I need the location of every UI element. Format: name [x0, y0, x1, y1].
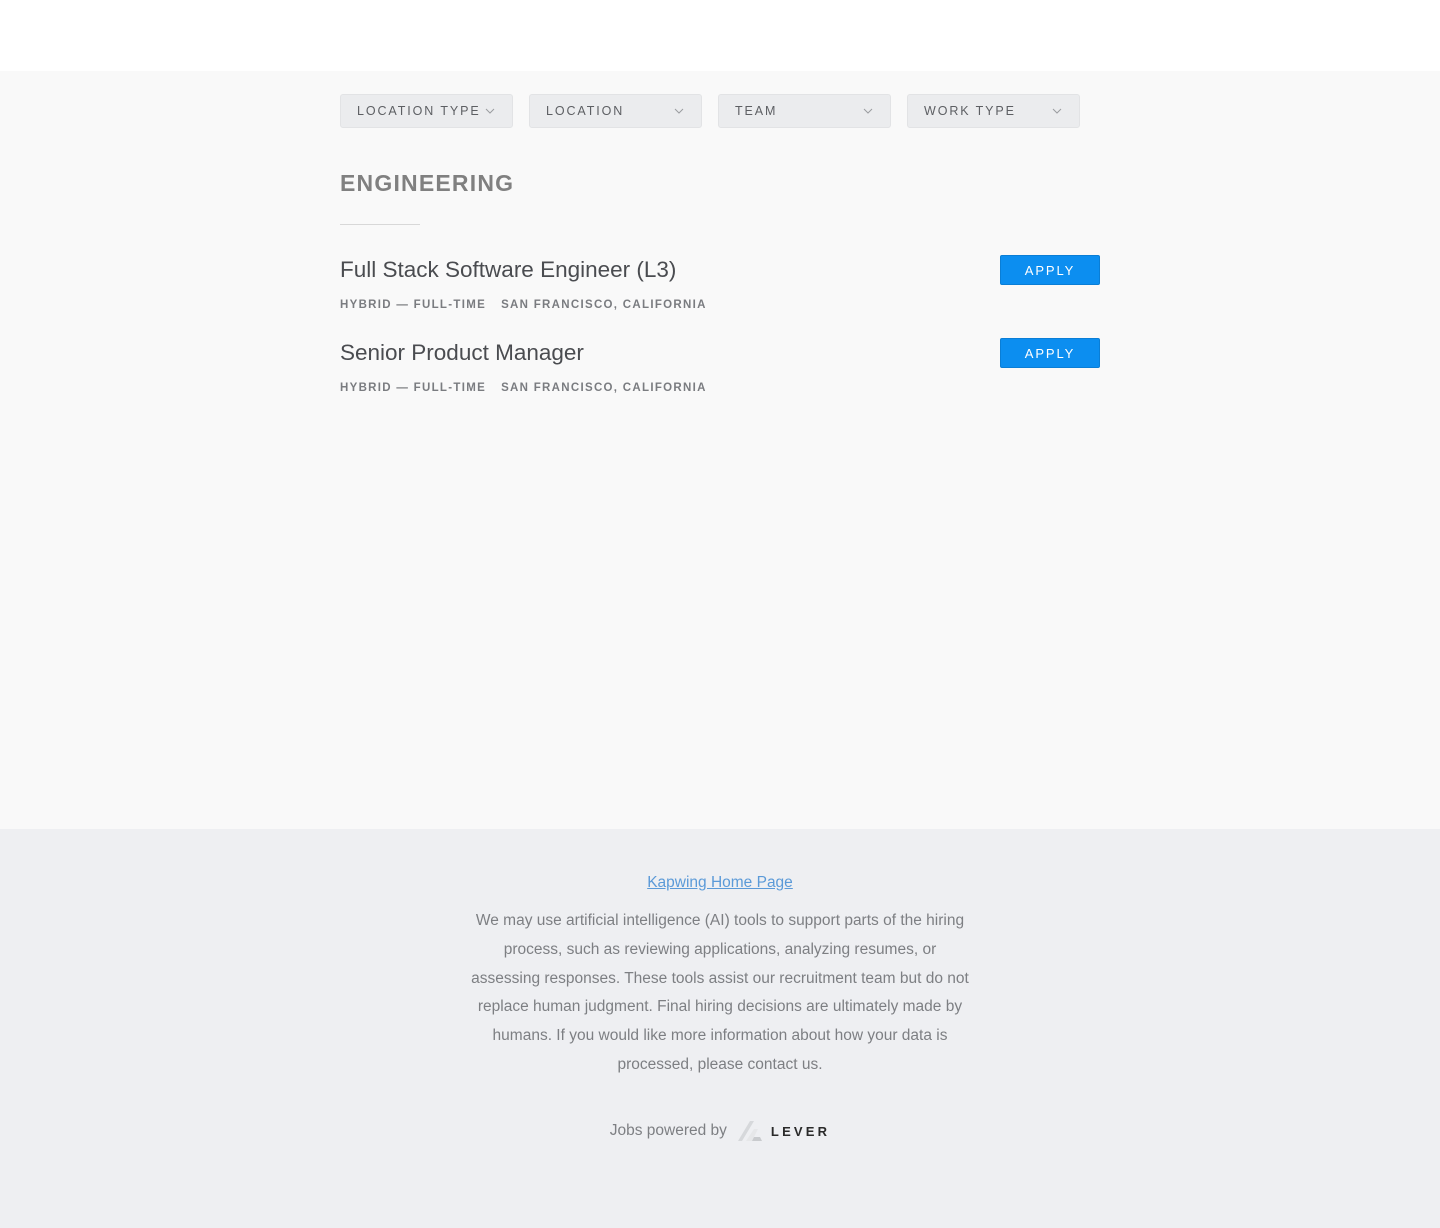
filter-label: Work type — [924, 104, 1016, 118]
main-content: Location type Location Team Work type En… — [0, 71, 1440, 829]
filter-location-type[interactable]: Location type — [340, 94, 513, 128]
home-page-link[interactable]: Kapwing Home Page — [647, 874, 793, 891]
apply-button[interactable]: Apply — [1000, 255, 1100, 285]
section-title: Engineering — [340, 170, 515, 196]
filter-team[interactable]: Team — [718, 94, 891, 128]
job-location: San Francisco, California — [501, 299, 707, 311]
chevron-down-icon — [863, 108, 873, 114]
apply-button[interactable]: Apply — [1000, 338, 1100, 368]
filter-label: Team — [735, 104, 778, 118]
filter-bar: Location type Location Team Work type — [340, 94, 1080, 128]
chevron-down-icon — [1052, 108, 1062, 114]
home-link-wrapper: Kapwing Home Page — [0, 874, 1440, 892]
lever-wordmark: LEVER — [770, 1123, 831, 1139]
chevron-down-icon — [485, 108, 495, 114]
job-commitment: Hybrid — Full-time — [340, 299, 487, 311]
job-location: San Francisco, California — [501, 382, 707, 394]
powered-by-text: Jobs powered by — [609, 1122, 727, 1139]
job-meta: Hybrid — Full-time San Francisco, Califor… — [340, 299, 707, 311]
page-footer: Kapwing Home Page We may use artificial … — [0, 829, 1440, 1228]
ai-disclaimer: We may use artificial intelligence (AI) … — [471, 912, 969, 1073]
job-posting: Senior Product Manager Hybrid — Full-tim… — [340, 338, 1100, 410]
filter-location[interactable]: Location — [529, 94, 702, 128]
job-posting: Full Stack Software Engineer (L3) Hybrid… — [340, 255, 1100, 327]
top-bar — [0, 0, 1440, 71]
lever-logo-icon — [737, 1121, 762, 1141]
filter-label: Location — [546, 104, 625, 118]
filter-work-type[interactable]: Work type — [907, 94, 1080, 128]
job-title-link[interactable]: Full Stack Software Engineer (L3) — [340, 257, 676, 283]
job-title-link[interactable]: Senior Product Manager — [340, 340, 584, 366]
job-commitment: Hybrid — Full-time — [340, 382, 487, 394]
lever-logo-link[interactable]: LEVER — [737, 1119, 830, 1143]
powered-by: Jobs powered by LEVER — [0, 1119, 1440, 1143]
section-divider — [340, 224, 420, 225]
chevron-down-icon — [674, 108, 684, 114]
filter-label: Location type — [357, 104, 481, 118]
job-meta: Hybrid — Full-time San Francisco, Califor… — [340, 382, 707, 394]
